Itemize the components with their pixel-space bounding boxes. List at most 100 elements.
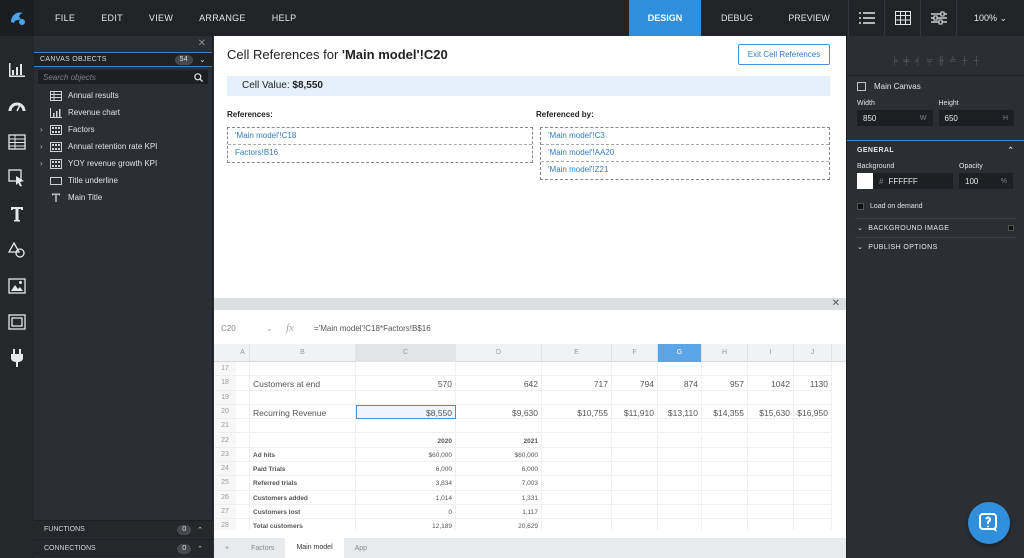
cell-address[interactable]: C20 — [214, 324, 266, 333]
table-tool-icon[interactable] — [0, 124, 34, 160]
row-header[interactable]: 25 — [214, 476, 236, 491]
grid-cell[interactable] — [612, 519, 658, 530]
row-header[interactable]: 18 — [214, 376, 236, 391]
column-header[interactable]: E — [542, 344, 612, 362]
grid-cell[interactable] — [356, 419, 456, 434]
grid-cell[interactable] — [456, 390, 542, 405]
chevron-up-icon[interactable]: ⌃ — [1008, 146, 1014, 154]
list-item[interactable]: Revenue chart — [34, 104, 212, 121]
grid-cell[interactable]: 20,629 — [456, 519, 542, 530]
grid-cell[interactable] — [612, 362, 658, 377]
grid-cell[interactable] — [794, 447, 832, 463]
align-right-icon[interactable]: ╡ — [915, 56, 921, 65]
grid-cell[interactable]: 874 — [658, 376, 702, 391]
exit-cell-references-button[interactable]: Exit Cell References — [738, 44, 830, 65]
column-header[interactable]: D — [456, 344, 542, 362]
select-tool-icon[interactable] — [0, 160, 34, 196]
text-tool-icon[interactable] — [0, 196, 34, 232]
background-color-field[interactable]: # FFFFFF — [857, 173, 953, 189]
grid-cell[interactable] — [250, 362, 356, 377]
column-header[interactable]: C — [356, 344, 456, 362]
grid-cell[interactable] — [702, 390, 748, 405]
chevron-up-icon[interactable]: ⌃ — [197, 526, 203, 534]
grid-cell[interactable] — [612, 390, 658, 405]
menu-edit[interactable]: EDIT — [88, 0, 136, 36]
grid-cell[interactable] — [794, 433, 832, 448]
grid-cell[interactable] — [658, 519, 702, 530]
row-header[interactable]: 19 — [214, 390, 236, 405]
chevron-down-icon[interactable]: ⌄ — [199, 55, 206, 64]
zoom-select[interactable]: 100% ⌄ — [956, 0, 1024, 36]
grid-cell[interactable]: 12,189 — [356, 519, 456, 530]
grid-cell[interactable] — [542, 447, 612, 463]
grid-cell[interactable] — [250, 433, 356, 448]
row-header[interactable]: 24 — [214, 462, 236, 477]
grid-cell[interactable]: 957 — [702, 376, 748, 391]
list-item[interactable]: › Factors — [34, 121, 212, 138]
grid-cell[interactable] — [236, 519, 250, 530]
background-image-checkbox[interactable] — [1008, 225, 1014, 231]
grid-cell[interactable] — [658, 476, 702, 491]
row-header[interactable]: 23 — [214, 447, 236, 463]
grid-cell[interactable] — [748, 419, 794, 434]
grid-cell[interactable] — [456, 419, 542, 434]
grid-cell[interactable] — [236, 433, 250, 448]
grid-cell[interactable] — [236, 376, 250, 391]
spreadsheet-icon[interactable] — [884, 0, 920, 36]
grid-cell[interactable] — [794, 476, 832, 491]
row-header[interactable]: 22 — [214, 433, 236, 448]
grid-cell[interactable] — [794, 462, 832, 477]
grid-cell[interactable] — [236, 462, 250, 477]
row-header[interactable]: 27 — [214, 505, 236, 520]
grid-cell[interactable] — [542, 433, 612, 448]
container-tool-icon[interactable] — [0, 304, 34, 340]
grid-cell[interactable]: 570 — [356, 376, 456, 391]
grid-cell[interactable] — [658, 419, 702, 434]
grid-cell[interactable]: $16,950 — [794, 404, 832, 420]
grid-cell[interactable] — [702, 505, 748, 520]
list-item[interactable]: Annual results — [34, 87, 212, 104]
grid-cell[interactable] — [658, 447, 702, 463]
chevron-up-icon[interactable]: ⌃ — [197, 545, 203, 553]
reference-link[interactable]: 'Main model'!C18 — [228, 128, 532, 145]
mode-design-tab[interactable]: DESIGN — [629, 0, 701, 36]
opacity-field[interactable]: 100% — [959, 173, 1013, 189]
grid-cell[interactable] — [236, 390, 250, 405]
grid-cell[interactable]: $8,550 — [356, 404, 456, 420]
grid-cell[interactable] — [748, 519, 794, 530]
grid-cell[interactable] — [542, 490, 612, 505]
grid-cell[interactable] — [702, 519, 748, 530]
grid-cell[interactable] — [794, 419, 832, 434]
column-header[interactable]: G — [658, 344, 702, 362]
grid-cell[interactable]: 717 — [542, 376, 612, 391]
grid-cell[interactable] — [236, 362, 250, 377]
grid-cell[interactable] — [748, 505, 794, 520]
grid-cell[interactable]: $15,630 — [748, 404, 794, 420]
tab-app[interactable]: App — [344, 545, 378, 552]
menu-arrange[interactable]: ARRANGE — [186, 0, 259, 36]
grid-cell[interactable] — [658, 490, 702, 505]
grid-cell[interactable]: 642 — [456, 376, 542, 391]
grid-cell[interactable]: $60,000 — [356, 447, 456, 463]
grid-cell[interactable]: 1,117 — [456, 505, 542, 520]
grid-cell[interactable] — [236, 404, 250, 420]
menu-help[interactable]: HELP — [259, 0, 310, 36]
canvas-objects-header[interactable]: CANVAS OBJECTS 54 ⌄ — [34, 52, 212, 67]
grid-cell[interactable] — [236, 490, 250, 505]
image-tool-icon[interactable] — [0, 268, 34, 304]
menu-view[interactable]: VIEW — [136, 0, 186, 36]
align-top-icon[interactable]: ╤ — [927, 56, 933, 65]
publish-options-section[interactable]: ⌄ PUBLISH OPTIONS — [847, 240, 1024, 254]
column-header[interactable]: J — [794, 344, 832, 362]
chevron-down-icon[interactable]: ⌄ — [266, 324, 286, 333]
grid-cell[interactable] — [702, 476, 748, 491]
mode-preview-tab[interactable]: PREVIEW — [773, 0, 845, 36]
grid-cell[interactable] — [794, 519, 832, 530]
close-icon[interactable]: ✕ — [34, 36, 212, 52]
grid-cell[interactable] — [794, 390, 832, 405]
search-input[interactable]: Search objects — [38, 70, 208, 84]
grid-cell[interactable] — [542, 390, 612, 405]
grid-cell[interactable]: Recurring Revenue — [250, 404, 356, 420]
grid-cell[interactable]: $11,910 — [612, 404, 658, 420]
grid-cell[interactable] — [356, 362, 456, 377]
